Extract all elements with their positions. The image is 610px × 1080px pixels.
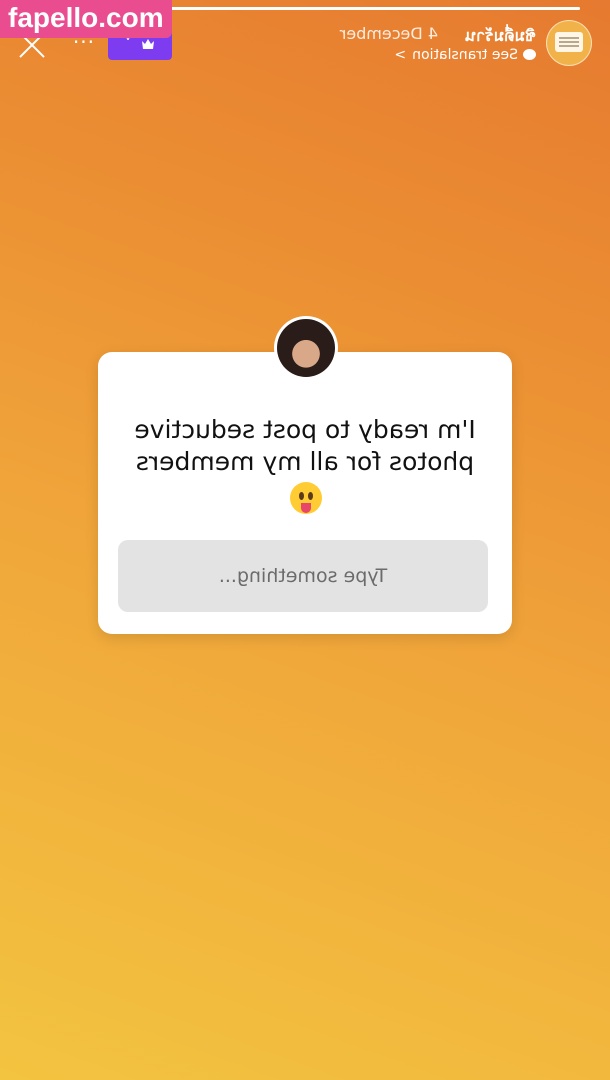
- watermark: fapello.com: [0, 0, 172, 38]
- mirrored-story: ชิมดื่มร้าน 4 December See translation> …: [0, 0, 610, 1080]
- account-username[interactable]: ชิมดื่มร้าน: [465, 24, 536, 49]
- chevron-down-icon: ˅: [124, 36, 132, 52]
- tongue-emoji-icon: [290, 482, 322, 514]
- story-viewer: ชิมดื่มร้าน 4 December See translation> …: [0, 0, 610, 1080]
- question-avatar: [274, 316, 338, 380]
- tongue-shape: [301, 503, 311, 513]
- see-translation-link[interactable]: See translation >: [394, 47, 536, 63]
- see-translation-label: See translation: [412, 47, 518, 63]
- chat-bubble-icon: [523, 49, 536, 60]
- question-answer-input[interactable]: [118, 540, 488, 612]
- avatar-photo: [277, 319, 335, 377]
- crown-icon: [142, 38, 156, 50]
- question-text: I'm ready to post seductive photos for a…: [134, 415, 476, 476]
- account-avatar[interactable]: [546, 20, 592, 66]
- question-sticker: I'm ready to post seductive photos for a…: [98, 316, 512, 634]
- avatar-image: [555, 32, 583, 52]
- chevron-right-icon: >: [394, 47, 407, 63]
- post-date: 4 December: [339, 24, 438, 43]
